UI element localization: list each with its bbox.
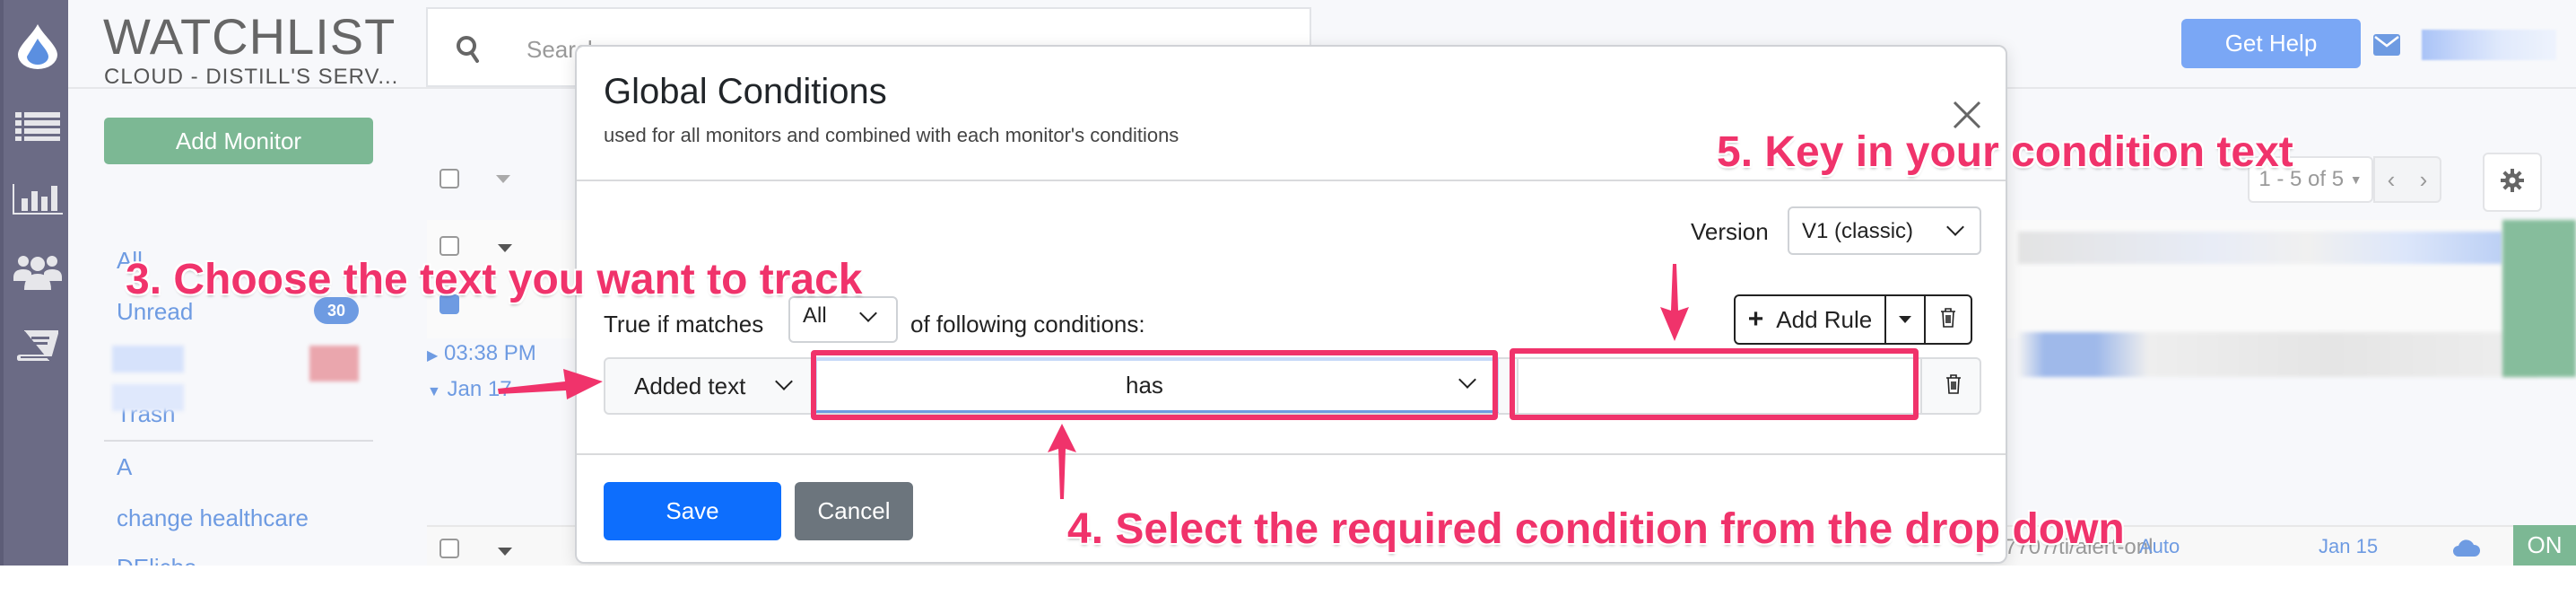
annotation-step-4: 4. Select the required condition from th… [1067, 505, 2125, 553]
annotation-highlight-operator [811, 350, 1498, 420]
add-rule-dropdown[interactable] [1886, 296, 1926, 343]
chevron-down-icon [775, 373, 793, 390]
delete-rule-button[interactable] [1945, 374, 1962, 399]
select-menu-caret-icon[interactable] [496, 175, 510, 183]
blurred-toggle-on [2502, 220, 2576, 377]
users-icon[interactable] [11, 254, 65, 290]
modal-subtitle: used for all monitors and combined with … [604, 124, 1179, 146]
version-label: Version [1691, 218, 1769, 245]
chevron-down-icon [859, 304, 877, 322]
annotation-step-3: 3. Choose the text you want to track [126, 256, 863, 303]
annotation-step-5: 5. Key in your condition text [1717, 128, 2293, 176]
trash-icon [1945, 374, 1962, 398]
monitor-schedule[interactable]: Auto [2139, 535, 2180, 558]
app-background: WATCHLIST CLOUD - DISTILL'S SERV... Sear… [0, 0, 2576, 566]
blurred-row-content-2 [2018, 332, 2538, 377]
list-icon[interactable] [11, 112, 65, 141]
cloud-icon [2453, 539, 2481, 561]
bar-chart-icon[interactable] [11, 184, 65, 215]
search-icon [455, 34, 482, 69]
annotation-arrow-up [1048, 424, 1076, 499]
row-caret-icon[interactable] [498, 548, 512, 556]
delete-group-button[interactable] [1926, 296, 1971, 343]
blurred-trash-overlay [112, 384, 184, 411]
icon-rail [0, 0, 68, 566]
cancel-button[interactable]: Cancel [795, 482, 913, 540]
annotation-highlight-value [1510, 348, 1919, 420]
prev-page-icon[interactable]: ‹ [2388, 166, 2396, 194]
modal-title: Global Conditions [604, 72, 887, 111]
plus-icon: + [1747, 304, 1764, 334]
tag-change-healthcare[interactable]: change healthcare [117, 504, 309, 532]
sidebar-divider [104, 440, 373, 442]
caret-down-icon [1899, 316, 1911, 323]
modal-footer-divider [577, 453, 2006, 455]
modal-header-divider [577, 180, 2006, 181]
app-title: WATCHLIST [103, 8, 396, 65]
global-conditions-modal: Global Conditions used for all monitors … [575, 45, 2007, 564]
get-help-button[interactable]: Get Help [2181, 19, 2361, 68]
match-mode-value: All [803, 303, 827, 328]
distill-drop-logo-icon[interactable] [11, 22, 65, 69]
tag-delicha[interactable]: DElicha [117, 554, 197, 566]
row-checkbox[interactable] [439, 539, 459, 558]
match-suffix-label: of following conditions: [910, 311, 1145, 338]
save-button[interactable]: Save [604, 482, 781, 540]
monitor-toggle[interactable]: ON [2513, 525, 2576, 566]
chevron-down-icon [1946, 218, 1964, 236]
annotation-arrow-down [1660, 264, 1689, 341]
pager-nav: ‹ › [2373, 156, 2441, 203]
monitor-date: Jan 15 [2319, 535, 2379, 557]
blurred-row-content [2018, 232, 2502, 264]
annotation-arrow-right [498, 369, 603, 399]
settings-button[interactable] [2483, 153, 2542, 212]
match-prefix-label: True if matches [604, 311, 764, 338]
book-icon[interactable] [11, 330, 65, 361]
rule-field-select[interactable]: Added text [605, 359, 814, 413]
add-rule-button[interactable]: + Add Rule [1736, 296, 1886, 343]
add-monitor-button[interactable]: Add Monitor [104, 118, 373, 164]
user-account-blurred[interactable] [2422, 30, 2556, 60]
rule-field-value: Added text [634, 373, 746, 399]
trash-icon [1940, 307, 1956, 332]
row-checkbox[interactable] [439, 236, 459, 256]
blurred-filter-badge [309, 346, 359, 381]
account-subtitle: CLOUD - DISTILL'S SERV... [104, 65, 399, 89]
blurred-filter-label[interactable] [112, 346, 184, 373]
tag-a[interactable]: A [117, 453, 132, 481]
next-page-icon[interactable]: › [2420, 166, 2428, 194]
add-rule-button-group: + Add Rule [1734, 294, 1972, 345]
mail-icon[interactable] [2373, 34, 2400, 60]
row-caret-icon[interactable] [498, 244, 512, 252]
select-all-checkbox[interactable] [439, 169, 459, 189]
gear-icon [2501, 168, 2524, 197]
version-select[interactable]: V1 (classic) [1788, 206, 1981, 255]
version-value: V1 (classic) [1802, 219, 1914, 243]
add-rule-label: Add Rule [1776, 305, 1873, 333]
